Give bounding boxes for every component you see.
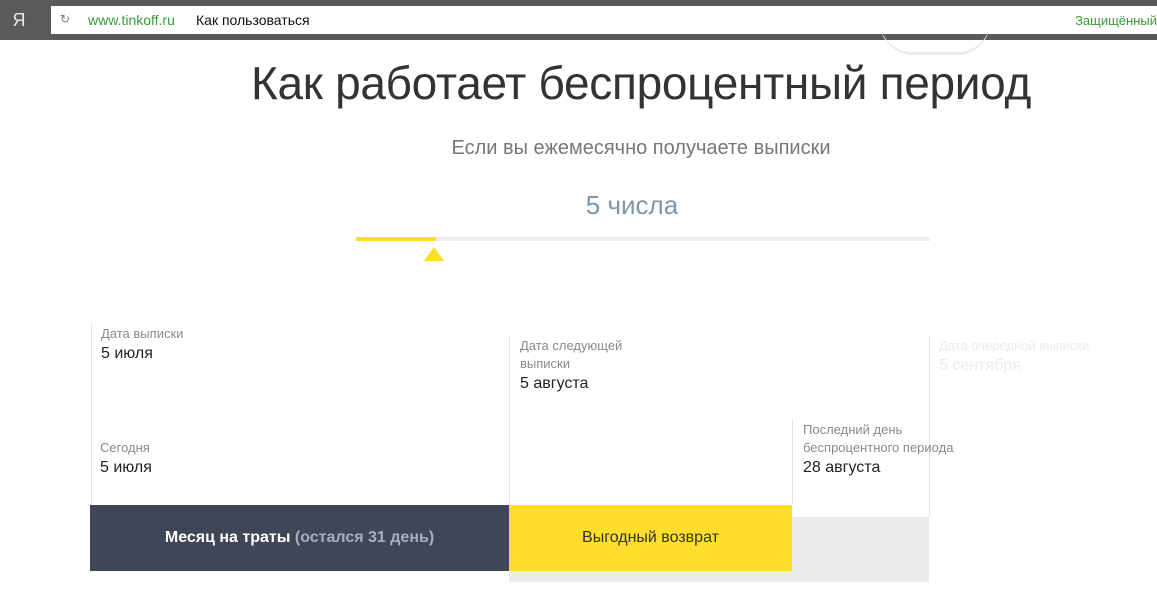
- day-slider-handle[interactable]: [424, 247, 444, 261]
- day-slider-track[interactable]: [356, 237, 930, 241]
- spending-period-label: Месяц на траты: [164, 529, 291, 546]
- security-badge[interactable]: Защищённый: [1075, 13, 1157, 28]
- repayment-period-bar: Выгодный возврат: [509, 505, 792, 571]
- day-slider-fill: [356, 237, 436, 241]
- page-subtitle: Если вы ежемесячно получаете выписки: [451, 137, 831, 159]
- following-statement-marker-line: [929, 335, 930, 517]
- reload-icon[interactable]: ↻: [60, 12, 70, 26]
- following-statement-value: 5 сентября: [939, 357, 1021, 374]
- next-statement-label-line2: выписки: [520, 356, 571, 371]
- grace-end-bar: [792, 517, 929, 571]
- last-day-label-line1: Последний день: [803, 422, 903, 437]
- next-statement-marker-line: [509, 335, 510, 505]
- address-page-title: Как пользоваться: [196, 12, 310, 28]
- last-day-label-line2: беспроцентного периода: [803, 440, 954, 455]
- page-title: Как работает беспроцентный период: [250, 57, 1031, 109]
- bar-shadow: [509, 571, 929, 582]
- address-bar[interactable]: ↻ www.tinkoff.ru Как пользоваться Защищё…: [51, 6, 1157, 34]
- today-label: Сегодня: [100, 440, 150, 455]
- repayment-period-label: Выгодный возврат: [582, 529, 719, 546]
- today-value: 5 июля: [100, 459, 152, 476]
- last-day-value: 28 августа: [803, 459, 881, 476]
- following-statement-label: Дата очередной выписки: [939, 338, 1090, 353]
- last-day-marker-line: [792, 420, 793, 505]
- statement-marker-line: [91, 323, 92, 505]
- toolbar-divider: [51, 34, 1157, 40]
- decorative-arc: [880, 22, 990, 55]
- selected-day-label: 5 числа: [585, 190, 679, 220]
- statement-date-label: Дата выписки: [101, 326, 184, 341]
- address-domain: www.tinkoff.ru: [88, 12, 175, 28]
- spending-remaining-label: (остался 31 день): [294, 529, 435, 546]
- next-statement-value: 5 августа: [520, 375, 589, 392]
- next-statement-label-line1: Дата следующей: [520, 338, 623, 353]
- spending-period-bar: Месяц на траты (остался 31 день): [90, 505, 509, 571]
- statement-date-value: 5 июля: [101, 345, 153, 362]
- yandex-logo-button[interactable]: Я: [0, 0, 38, 40]
